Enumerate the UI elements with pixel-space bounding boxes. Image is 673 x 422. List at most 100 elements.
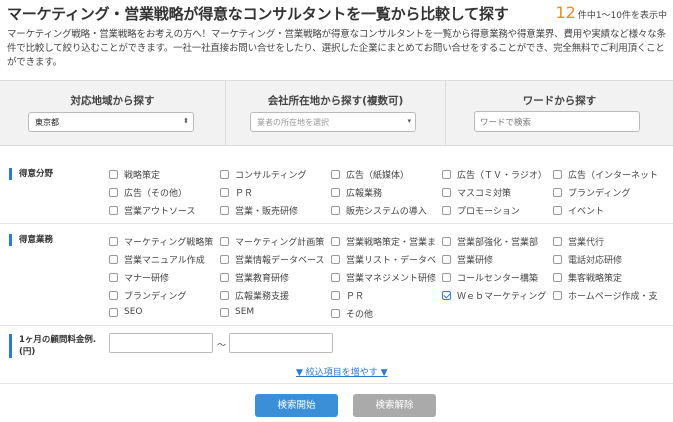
location-select[interactable]: 業者の所在地を選択 ▾ [250, 112, 416, 132]
checkbox-option[interactable]: マーケティング戦略策 [109, 235, 218, 248]
checkbox-option[interactable]: Ｗｅｂマーケティング [442, 289, 551, 302]
region-column: 対応地域から探す 東京都 ⬍ [0, 81, 226, 145]
checkbox-option[interactable]: ＰＲ [220, 186, 329, 199]
checkbox-option[interactable]: ホームページ作成・支 [553, 289, 662, 302]
checkbox-icon[interactable] [442, 255, 451, 264]
checkbox-icon[interactable] [553, 291, 562, 300]
more-filters-link[interactable]: ▼ 絞込項目を増やす ▼ [296, 365, 388, 378]
checkbox-option[interactable]: 営業情報データベース [220, 253, 329, 266]
checkbox-icon[interactable] [109, 188, 118, 197]
checkbox-option[interactable]: 広告（紙媒体） [331, 168, 440, 181]
checkbox-icon[interactable] [220, 273, 229, 282]
checkbox-icon[interactable] [331, 255, 340, 264]
checkbox-option[interactable]: 広報業務 [331, 186, 440, 199]
checkbox-icon[interactable] [442, 237, 451, 246]
checkbox-option[interactable]: ブランディング [109, 289, 218, 302]
checkbox-label: 営業リスト・データベ [346, 256, 437, 266]
checkbox-icon[interactable] [442, 170, 451, 179]
word-title: ワードから探す [522, 95, 597, 107]
checkbox-option[interactable]: 広告（インターネット [553, 168, 662, 181]
search-button[interactable]: 検索開始 [255, 394, 338, 417]
checkbox-icon[interactable] [109, 273, 118, 282]
checkbox-icon[interactable] [220, 237, 229, 246]
checkbox-option[interactable]: 営業部強化・営業部 [442, 235, 551, 248]
checkbox-option[interactable]: 戦略策定 [109, 168, 218, 181]
checkbox-option[interactable]: 営業マネジメント研修 [331, 271, 440, 284]
checkbox-option[interactable]: 営業アウトソース [109, 204, 218, 217]
checkbox-option[interactable]: ＰＲ [331, 289, 440, 302]
checkbox-option[interactable]: 営業研修 [442, 253, 551, 266]
checkbox-icon[interactable] [553, 237, 562, 246]
fee-max-input[interactable] [229, 333, 333, 353]
checkbox-option[interactable]: 広報業務支援 [220, 289, 329, 302]
checkbox-option[interactable]: マーケティング計画策 [220, 235, 329, 248]
checkbox-icon[interactable] [109, 307, 118, 317]
checkbox-icon[interactable] [220, 291, 229, 300]
clear-button[interactable]: 検索解除 [353, 394, 436, 417]
checkbox-label: コールセンター構築 [457, 274, 539, 284]
checkbox-option[interactable]: SEM [220, 307, 329, 317]
checkbox-icon[interactable] [442, 273, 451, 282]
checkbox-option[interactable]: SEO [109, 307, 218, 317]
checkbox-icon[interactable] [553, 273, 562, 282]
checkbox-option[interactable]: 広告（その他） [109, 186, 218, 199]
fee-label-line1: 1ヶ月の顧問料金例. [19, 335, 97, 345]
checkbox-icon[interactable] [331, 188, 340, 197]
checkbox-option[interactable]: 営業戦略策定・営業ま [331, 235, 440, 248]
result-count-number: 12 [555, 3, 576, 22]
checkbox-option[interactable]: コールセンター構築 [442, 271, 551, 284]
checkbox-icon[interactable] [331, 291, 340, 300]
checkbox-option[interactable]: 広告（ＴＶ・ラジオ） [442, 168, 551, 181]
checkbox-icon[interactable] [220, 188, 229, 197]
region-select-value: 東京都 [35, 118, 59, 127]
checkbox-icon[interactable] [109, 291, 118, 300]
checkbox-label: その他 [346, 310, 374, 320]
word-search-input[interactable]: ワードで検索 [474, 111, 640, 132]
checkbox-option[interactable]: プロモーション [442, 204, 551, 217]
result-count: 12 件中1〜10件を表示中 [555, 3, 667, 22]
checkbox-option[interactable]: 営業教育研修 [220, 271, 329, 284]
checkbox-label: コンサルティング [235, 171, 307, 181]
region-title: 対応地域から探す [70, 95, 155, 107]
checkbox-option[interactable]: 営業マニュアル作成 [109, 253, 218, 266]
checkbox-icon[interactable] [220, 255, 229, 264]
checkbox-option[interactable]: 営業・販売研修 [220, 204, 329, 217]
checkbox-option[interactable]: 営業リスト・データベ [331, 253, 440, 266]
checkbox-icon[interactable] [220, 170, 229, 179]
checkbox-icon[interactable] [331, 273, 340, 282]
checkbox-option[interactable]: 電話対応研修 [553, 253, 662, 266]
checkbox-icon[interactable] [553, 188, 562, 197]
checkbox-icon[interactable] [553, 170, 562, 179]
checkbox-label: 営業アウトソース [124, 207, 196, 217]
checkbox-label: 広報業務 [346, 189, 383, 199]
checkbox-icon[interactable] [553, 255, 562, 264]
checkbox-option[interactable]: ブランディング [553, 186, 662, 199]
checkbox-icon[interactable] [331, 170, 340, 179]
checkbox-option[interactable]: コンサルティング [220, 168, 329, 181]
checkbox-option[interactable]: マスコミ対策 [442, 186, 551, 199]
checkbox-icon[interactable] [109, 206, 118, 215]
checkbox-option[interactable]: その他 [331, 307, 440, 320]
checkbox-option[interactable]: 集客戦略策定 [553, 271, 662, 284]
checkbox-icon[interactable] [109, 170, 118, 179]
checkbox-option[interactable]: 営業代行 [553, 235, 662, 248]
fee-min-input[interactable] [109, 333, 213, 353]
checkbox-icon[interactable] [331, 309, 340, 318]
checkbox-icon[interactable] [331, 237, 340, 246]
checkbox-icon[interactable] [442, 206, 451, 215]
checkbox-icon[interactable] [220, 307, 229, 317]
checkbox-icon[interactable] [553, 206, 562, 215]
checkbox-icon[interactable] [220, 206, 229, 215]
checkbox-checked-icon[interactable] [442, 291, 451, 300]
checkbox-icon[interactable] [109, 255, 118, 264]
checkbox-option[interactable]: イベント [553, 204, 662, 217]
checkbox-icon[interactable] [331, 206, 340, 215]
checkbox-label: 営業・販売研修 [235, 207, 299, 217]
checkbox-option[interactable]: 販売システムの導入 [331, 204, 440, 217]
region-select[interactable]: 東京都 ⬍ [28, 112, 194, 132]
checkbox-icon[interactable] [442, 188, 451, 197]
checkbox-option[interactable]: マナー研修 [109, 271, 218, 284]
checkbox-label: マーケティング戦略策 [124, 238, 214, 248]
checkbox-label: ＰＲ [235, 189, 254, 199]
checkbox-icon[interactable] [109, 237, 118, 246]
